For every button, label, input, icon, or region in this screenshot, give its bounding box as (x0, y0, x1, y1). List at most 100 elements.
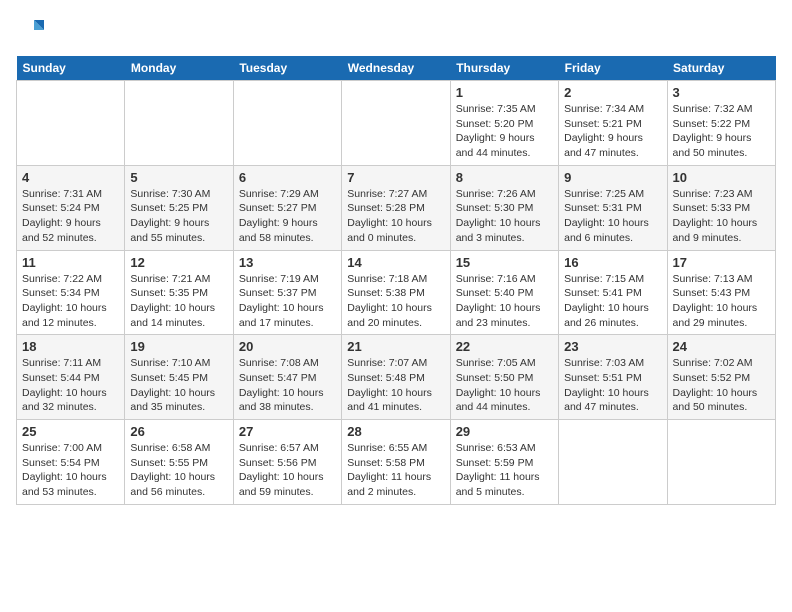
day-number: 11 (22, 255, 119, 270)
calendar-cell: 6 Sunrise: 7:29 AM Sunset: 5:27 PM Daylig… (233, 165, 341, 250)
calendar-cell: 29Sunrise: 6:53 AM Sunset: 5:59 PM Dayli… (450, 420, 558, 505)
day-number: 3 (673, 85, 770, 100)
calendar-cell: 17 Sunrise: 7:13 AM Sunset: 5:43 PM Dayli… (667, 250, 775, 335)
calendar-cell: 1 Sunrise: 7:35 AM Sunset: 5:20 PM Daylig… (450, 81, 558, 166)
col-header-friday: Friday (559, 56, 667, 81)
calendar-cell: 21 Sunrise: 7:07 AM Sunset: 5:48 PM Dayli… (342, 335, 450, 420)
day-info: Sunrise: 7:07 AM Sunset: 5:48 PM Dayligh… (347, 356, 444, 415)
day-number: 10 (673, 170, 770, 185)
day-info: Sunrise: 7:13 AM Sunset: 5:43 PM Dayligh… (673, 272, 770, 331)
col-header-monday: Monday (125, 56, 233, 81)
page-header (16, 16, 776, 44)
calendar-cell: 19 Sunrise: 7:10 AM Sunset: 5:45 PM Dayli… (125, 335, 233, 420)
calendar-cell: 23 Sunrise: 7:03 AM Sunset: 5:51 PM Dayli… (559, 335, 667, 420)
calendar-cell: 2 Sunrise: 7:34 AM Sunset: 5:21 PM Daylig… (559, 81, 667, 166)
day-info: Sunrise: 7:31 AM Sunset: 5:24 PM Dayligh… (22, 187, 119, 246)
day-number: 9 (564, 170, 661, 185)
day-info: Sunrise: 7:03 AM Sunset: 5:51 PM Dayligh… (564, 356, 661, 415)
calendar-cell: 26 Sunrise: 6:58 AM Sunset: 5:55 PM Dayli… (125, 420, 233, 505)
day-info: Sunrise: 6:58 AM Sunset: 5:55 PM Dayligh… (130, 441, 227, 500)
day-number: 28 (347, 424, 444, 439)
day-info: Sunrise: 7:18 AM Sunset: 5:38 PM Dayligh… (347, 272, 444, 331)
calendar-cell: 5 Sunrise: 7:30 AM Sunset: 5:25 PM Daylig… (125, 165, 233, 250)
day-info: Sunrise: 7:02 AM Sunset: 5:52 PM Dayligh… (673, 356, 770, 415)
calendar-cell: 13 Sunrise: 7:19 AM Sunset: 5:37 PM Dayli… (233, 250, 341, 335)
day-number: 1 (456, 85, 553, 100)
day-info: Sunrise: 6:57 AM Sunset: 5:56 PM Dayligh… (239, 441, 336, 500)
day-number: 20 (239, 339, 336, 354)
day-info: Sunrise: 7:29 AM Sunset: 5:27 PM Dayligh… (239, 187, 336, 246)
calendar-cell (559, 420, 667, 505)
day-number: 2 (564, 85, 661, 100)
calendar-cell: 12 Sunrise: 7:21 AM Sunset: 5:35 PM Dayli… (125, 250, 233, 335)
col-header-wednesday: Wednesday (342, 56, 450, 81)
day-info: Sunrise: 7:05 AM Sunset: 5:50 PM Dayligh… (456, 356, 553, 415)
day-info: Sunrise: 7:35 AM Sunset: 5:20 PM Dayligh… (456, 102, 553, 161)
col-header-saturday: Saturday (667, 56, 775, 81)
calendar-cell: 24 Sunrise: 7:02 AM Sunset: 5:52 PM Dayli… (667, 335, 775, 420)
calendar-cell: 4 Sunrise: 7:31 AM Sunset: 5:24 PM Daylig… (17, 165, 125, 250)
calendar-cell: 7 Sunrise: 7:27 AM Sunset: 5:28 PM Daylig… (342, 165, 450, 250)
calendar-cell (342, 81, 450, 166)
day-number: 7 (347, 170, 444, 185)
col-header-thursday: Thursday (450, 56, 558, 81)
calendar-cell: 25 Sunrise: 7:00 AM Sunset: 5:54 PM Dayli… (17, 420, 125, 505)
col-header-sunday: Sunday (17, 56, 125, 81)
calendar-cell (233, 81, 341, 166)
day-info: Sunrise: 7:27 AM Sunset: 5:28 PM Dayligh… (347, 187, 444, 246)
day-number: 16 (564, 255, 661, 270)
day-number: 18 (22, 339, 119, 354)
day-info: Sunrise: 7:25 AM Sunset: 5:31 PM Dayligh… (564, 187, 661, 246)
calendar-cell: 22 Sunrise: 7:05 AM Sunset: 5:50 PM Dayli… (450, 335, 558, 420)
day-number: 13 (239, 255, 336, 270)
day-number: 22 (456, 339, 553, 354)
day-number: 6 (239, 170, 336, 185)
day-number: 26 (130, 424, 227, 439)
day-info: Sunrise: 7:26 AM Sunset: 5:30 PM Dayligh… (456, 187, 553, 246)
day-number: 15 (456, 255, 553, 270)
day-number: 19 (130, 339, 227, 354)
calendar-cell: 9 Sunrise: 7:25 AM Sunset: 5:31 PM Daylig… (559, 165, 667, 250)
calendar-cell (667, 420, 775, 505)
day-number: 17 (673, 255, 770, 270)
day-number: 5 (130, 170, 227, 185)
day-info: Sunrise: 7:30 AM Sunset: 5:25 PM Dayligh… (130, 187, 227, 246)
calendar-cell (125, 81, 233, 166)
day-number: 8 (456, 170, 553, 185)
day-info: Sunrise: 7:08 AM Sunset: 5:47 PM Dayligh… (239, 356, 336, 415)
day-info: Sunrise: 7:15 AM Sunset: 5:41 PM Dayligh… (564, 272, 661, 331)
calendar-cell: 28 Sunrise: 6:55 AM Sunset: 5:58 PM Dayli… (342, 420, 450, 505)
col-header-tuesday: Tuesday (233, 56, 341, 81)
day-number: 21 (347, 339, 444, 354)
day-info: Sunrise: 7:21 AM Sunset: 5:35 PM Dayligh… (130, 272, 227, 331)
calendar-cell: 8 Sunrise: 7:26 AM Sunset: 5:30 PM Daylig… (450, 165, 558, 250)
day-info: Sunrise: 6:55 AM Sunset: 5:58 PM Dayligh… (347, 441, 444, 500)
calendar-cell: 3 Sunrise: 7:32 AM Sunset: 5:22 PM Daylig… (667, 81, 775, 166)
day-number: 24 (673, 339, 770, 354)
calendar-cell: 27 Sunrise: 6:57 AM Sunset: 5:56 PM Dayli… (233, 420, 341, 505)
calendar-cell: 15 Sunrise: 7:16 AM Sunset: 5:40 PM Dayli… (450, 250, 558, 335)
day-number: 4 (22, 170, 119, 185)
day-number: 29 (456, 424, 553, 439)
calendar-cell: 20 Sunrise: 7:08 AM Sunset: 5:47 PM Dayli… (233, 335, 341, 420)
day-number: 23 (564, 339, 661, 354)
day-info: Sunrise: 7:19 AM Sunset: 5:37 PM Dayligh… (239, 272, 336, 331)
calendar-cell: 14 Sunrise: 7:18 AM Sunset: 5:38 PM Dayli… (342, 250, 450, 335)
calendar-cell: 16 Sunrise: 7:15 AM Sunset: 5:41 PM Dayli… (559, 250, 667, 335)
logo (16, 16, 46, 44)
day-info: Sunrise: 7:23 AM Sunset: 5:33 PM Dayligh… (673, 187, 770, 246)
day-info: Sunrise: 7:34 AM Sunset: 5:21 PM Dayligh… (564, 102, 661, 161)
day-info: Sunrise: 7:16 AM Sunset: 5:40 PM Dayligh… (456, 272, 553, 331)
calendar-cell: 18Sunrise: 7:11 AM Sunset: 5:44 PM Dayli… (17, 335, 125, 420)
day-info: Sunrise: 7:22 AM Sunset: 5:34 PM Dayligh… (22, 272, 119, 331)
day-number: 14 (347, 255, 444, 270)
day-number: 12 (130, 255, 227, 270)
day-number: 27 (239, 424, 336, 439)
day-info: Sunrise: 7:32 AM Sunset: 5:22 PM Dayligh… (673, 102, 770, 161)
day-info: Sunrise: 7:10 AM Sunset: 5:45 PM Dayligh… (130, 356, 227, 415)
day-number: 25 (22, 424, 119, 439)
calendar-cell: 11 Sunrise: 7:22 AM Sunset: 5:34 PM Dayli… (17, 250, 125, 335)
calendar-table: SundayMondayTuesdayWednesdayThursdayFrid… (16, 56, 776, 505)
logo-icon (16, 16, 44, 44)
day-info: Sunrise: 7:00 AM Sunset: 5:54 PM Dayligh… (22, 441, 119, 500)
